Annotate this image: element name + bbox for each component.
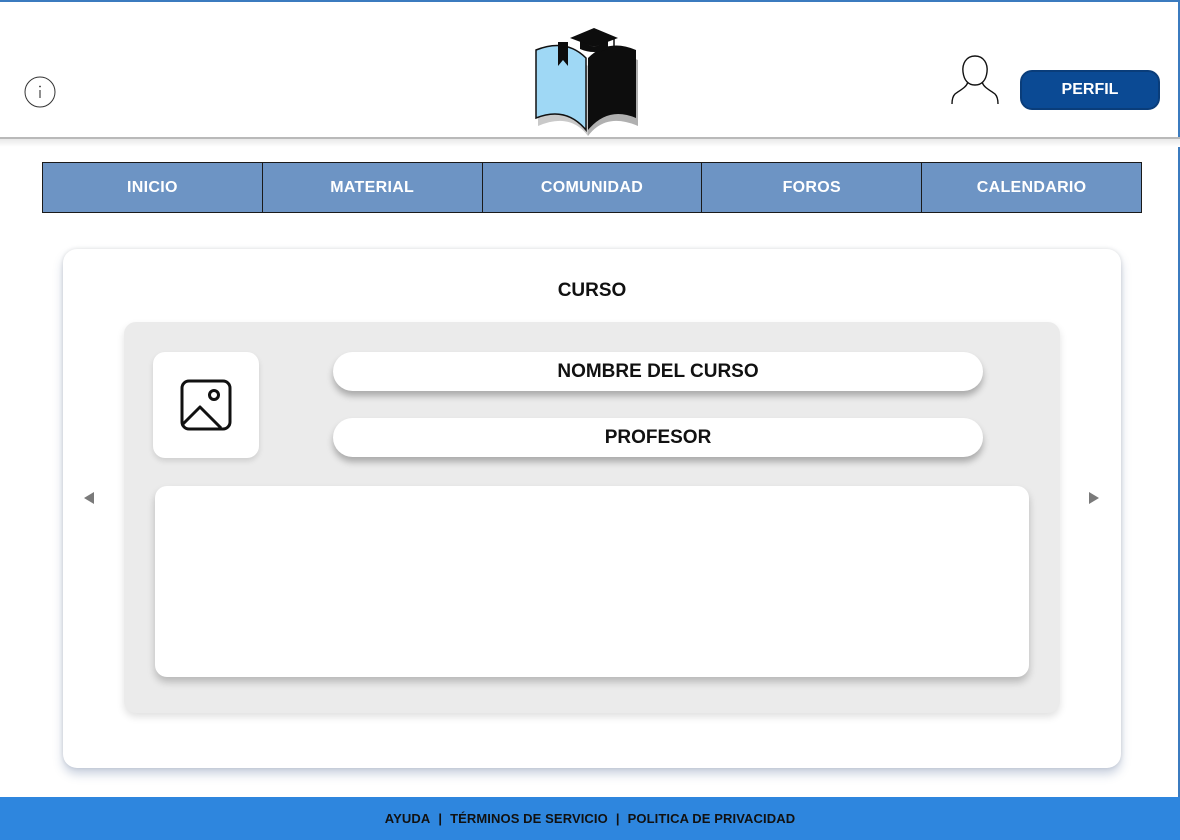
user-outline-icon[interactable] <box>950 52 1000 110</box>
info-circle-icon[interactable] <box>24 76 56 108</box>
image-placeholder-icon <box>180 379 232 431</box>
course-detail-panel: NOMBRE DEL CURSO PROFESOR <box>124 322 1060 713</box>
footer-separator: | <box>615 811 620 826</box>
course-name-field: NOMBRE DEL CURSO <box>333 352 983 391</box>
footer-separator: | <box>438 811 443 826</box>
footer-link-terminos[interactable]: TÉRMINOS DE SERVICIO <box>450 811 608 826</box>
triangle-left-icon <box>84 492 94 504</box>
nav-item-inicio[interactable]: INICIO <box>43 163 263 212</box>
footer-link-ayuda[interactable]: AYUDA <box>385 811 431 826</box>
header-divider-shadow <box>0 139 1180 147</box>
footer-link-privacidad[interactable]: POLITICA DE PRIVACIDAD <box>628 811 796 826</box>
course-description-box <box>155 486 1029 677</box>
footer: AYUDA | TÉRMINOS DE SERVICIO | POLITICA … <box>0 797 1180 840</box>
course-image[interactable] <box>153 352 259 458</box>
profile-button[interactable]: PERFIL <box>1020 70 1160 110</box>
top-header: PERFIL <box>0 0 1180 147</box>
carousel-prev-button[interactable] <box>82 488 96 508</box>
nav-item-material[interactable]: MATERIAL <box>263 163 483 212</box>
course-card: CURSO NOMBRE DEL CURSO PROFESOR <box>63 249 1121 768</box>
triangle-right-icon <box>1089 492 1099 504</box>
carousel-next-button[interactable] <box>1087 488 1101 508</box>
nav-item-foros[interactable]: FOROS <box>702 163 923 212</box>
main-navigation: INICIO MATERIAL COMUNIDAD FOROS CALENDAR… <box>42 162 1142 213</box>
nav-item-calendario[interactable]: CALENDARIO <box>922 163 1141 212</box>
course-card-title: CURSO <box>557 280 627 301</box>
book-graduation-cap-logo <box>530 14 646 144</box>
nav-item-comunidad[interactable]: COMUNIDAD <box>483 163 703 212</box>
teacher-field: PROFESOR <box>333 418 983 457</box>
